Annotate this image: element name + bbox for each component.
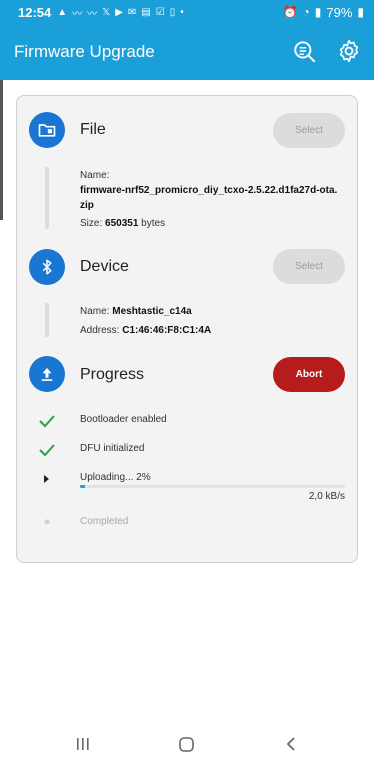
file-size: Size: 650351 bytes [80, 216, 165, 231]
device-address-label: Address: [80, 325, 120, 336]
file-section-title: File [80, 121, 106, 138]
device-address-value: C1:46:46:F8:C1:4A [122, 325, 212, 336]
bluetooth-icon [29, 249, 65, 285]
file-name: Name: firmware-nrf52_promicro_diy_tcxo-2… [80, 168, 337, 213]
file-select-button[interactable]: Select [273, 113, 345, 148]
folder-icon [29, 112, 65, 148]
step-completed: Completed [80, 516, 129, 527]
doc-icon: ▤ [141, 6, 151, 18]
abort-button[interactable]: Abort [273, 357, 345, 392]
back-icon[interactable] [284, 736, 298, 752]
warning-icon: ▲ [57, 6, 68, 18]
pending-dot-icon [44, 519, 50, 525]
upload-speed: 2,0 kB/s [308, 491, 345, 502]
system-nav-bar [0, 720, 374, 768]
device-section-title: Device [80, 258, 129, 275]
search-list-icon[interactable] [292, 38, 318, 64]
gear-icon[interactable] [336, 38, 362, 64]
file-connector [45, 167, 49, 229]
dot-icon: • [180, 6, 184, 18]
upload-icon [29, 356, 65, 392]
wave-icon: 〰 [72, 8, 83, 20]
step-dfu: DFU initialized [80, 443, 145, 454]
file-size-unit: bytes [141, 218, 166, 229]
app-bar: Firmware Upgrade [0, 24, 374, 80]
battery-icon: ▮ [357, 5, 364, 19]
upload-progress-fill [80, 485, 86, 488]
youtube-icon: ▶ [115, 6, 123, 18]
page-title: Firmware Upgrade [14, 42, 155, 61]
alarm-icon: ⏰ [282, 5, 298, 19]
edge-handle [0, 80, 3, 220]
home-icon[interactable] [178, 736, 195, 753]
system-icons: ⏰ ◔ ▮ 79% ▮ [283, 5, 364, 20]
file-size-value: 650351 [105, 218, 139, 229]
file-name-value: firmware-nrf52_promicro_diy_tcxo-2.5.22.… [80, 185, 338, 196]
check-icon [39, 444, 55, 457]
signal-icon: ▮ [314, 5, 322, 19]
step-bootloader: Bootloader enabled [80, 414, 167, 425]
device-name: Name: Meshtastic_c14a [80, 304, 192, 319]
battery-percent: 79% [326, 4, 353, 20]
x-icon: 𝕏 [102, 6, 111, 18]
device-name-label: Name: [80, 306, 110, 317]
progress-section-title: Progress [80, 366, 145, 383]
file-name-value-2: zip [80, 200, 94, 211]
device-connector [45, 303, 49, 337]
recent-apps-icon[interactable] [75, 736, 91, 752]
file-size-label: Size: [80, 218, 103, 229]
file-name-label: Name: [80, 170, 110, 181]
status-bar: 12:54 ▲ 〰 〰 𝕏 ▶ ✉ ▤ ☑ ▯ • ⏰ ◔ ▮ 79% ▮ [0, 0, 374, 24]
check-icon: ☑ [155, 6, 165, 18]
play-arrow-icon [44, 475, 49, 483]
device-name-value: Meshtastic_c14a [112, 306, 192, 317]
step-uploading: Uploading... 2% [80, 472, 151, 483]
notification-icons: ▲ 〰 〰 𝕏 ▶ ✉ ▤ ☑ ▯ • [57, 5, 184, 20]
device-select-button[interactable]: Select [273, 249, 345, 284]
wave-icon: 〰 [87, 8, 98, 20]
wifi-icon: ◔ [302, 5, 310, 19]
device-address: Address: C1:46:46:F8:C1:4A [80, 323, 211, 338]
check-icon [39, 415, 55, 428]
mail-icon: ✉ [127, 6, 137, 18]
phone-icon: ▯ [169, 6, 176, 18]
status-time: 12:54 [18, 4, 52, 20]
upload-progress-bar [80, 485, 345, 488]
